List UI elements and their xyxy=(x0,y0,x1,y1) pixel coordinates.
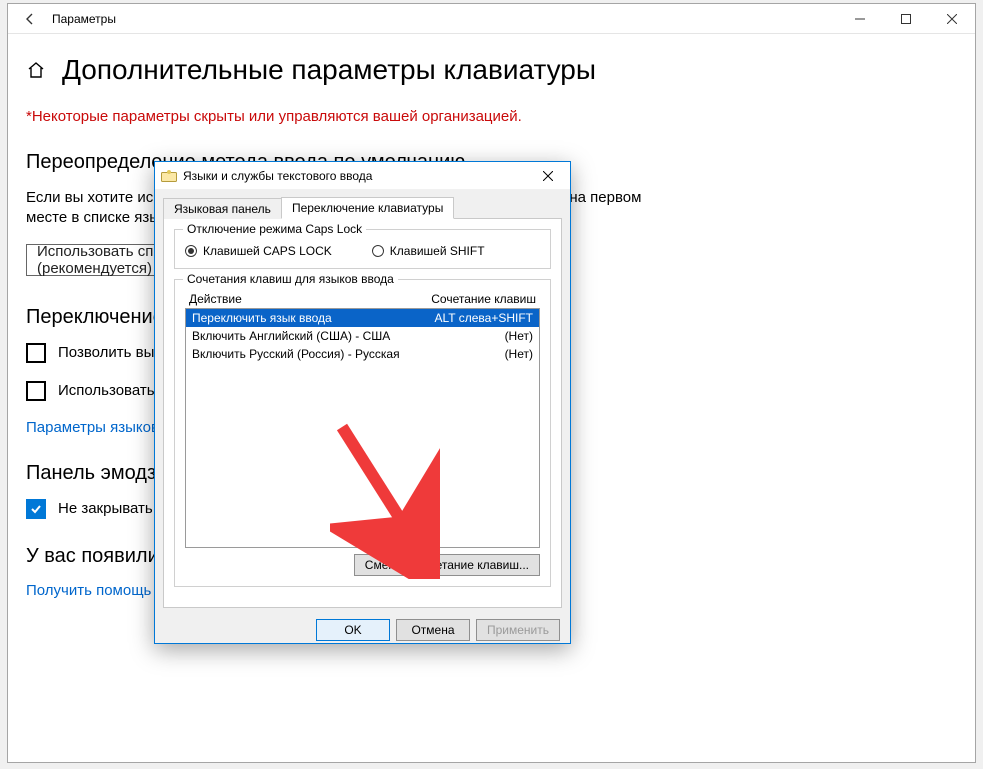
cancel-button[interactable]: Отмена xyxy=(396,619,470,641)
radio-capslock-label: Клавишей CAPS LOCK xyxy=(203,244,332,258)
col-action: Действие xyxy=(189,292,242,306)
row-hotkey: (Нет) xyxy=(505,329,533,343)
tab-keyboard-switch[interactable]: Переключение клавиатуры xyxy=(281,197,454,219)
radio-shift-label: Клавишей SHIFT xyxy=(390,244,485,258)
row-action: Переключить язык ввода xyxy=(192,311,332,325)
settings-titlebar: Параметры xyxy=(8,4,975,34)
hotkeys-group: Сочетания клавиш для языков ввода Действ… xyxy=(174,279,551,587)
col-hotkey: Сочетание клавиш xyxy=(431,292,536,306)
ok-button[interactable]: OK xyxy=(316,619,390,641)
row-hotkey: ALT слева+SHIFT xyxy=(435,311,534,325)
maximize-button[interactable] xyxy=(883,4,929,34)
checkbox-emoji-autoclose[interactable] xyxy=(26,499,46,519)
window-title: Параметры xyxy=(52,12,116,26)
checkbox-language-bar[interactable] xyxy=(26,381,46,401)
change-hotkey-button[interactable]: Сменить сочетание клавиш... xyxy=(354,554,540,576)
apply-button[interactable]: Применить xyxy=(476,619,560,641)
org-warning: *Некоторые параметры скрыты или управляю… xyxy=(26,108,957,125)
dialog-tabstrip: Языковая панель Переключение клавиатуры xyxy=(163,195,562,219)
radio-capslock[interactable]: Клавишей CAPS LOCK xyxy=(185,244,332,258)
hotkeys-listbox[interactable]: Переключить язык ввода ALT слева+SHIFT В… xyxy=(185,308,540,548)
keyboard-icon xyxy=(161,168,177,184)
home-icon[interactable] xyxy=(26,60,46,80)
row-action: Включить Русский (Россия) - Русская xyxy=(192,347,400,361)
hotkeys-legend: Сочетания клавиш для языков ввода xyxy=(183,272,398,286)
row-hotkey: (Нет) xyxy=(505,347,533,361)
list-row[interactable]: Включить Английский (США) - США (Нет) xyxy=(186,327,539,345)
list-row[interactable]: Переключить язык ввода ALT слева+SHIFT xyxy=(186,309,539,327)
dialog-titlebar: Языки и службы текстового ввода xyxy=(155,162,570,190)
text-services-dialog: Языки и службы текстового ввода Языковая… xyxy=(154,161,571,644)
checkbox-per-app[interactable] xyxy=(26,343,46,363)
capslock-group: Отключение режима Caps Lock Клавишей CAP… xyxy=(174,229,551,269)
tab-panel: Отключение режима Caps Lock Клавишей CAP… xyxy=(163,218,562,608)
tab-language-bar[interactable]: Языковая панель xyxy=(163,198,282,219)
back-button[interactable] xyxy=(8,4,52,34)
page-title: Дополнительные параметры клавиатуры xyxy=(62,54,596,86)
row-action: Включить Английский (США) - США xyxy=(192,329,390,343)
list-row[interactable]: Включить Русский (Россия) - Русская (Нет… xyxy=(186,345,539,363)
close-button[interactable] xyxy=(929,4,975,34)
dialog-title: Языки и службы текстового ввода xyxy=(183,169,372,183)
dialog-footer: OK Отмена Применить xyxy=(155,616,570,643)
capslock-legend: Отключение режима Caps Lock xyxy=(183,222,366,236)
dialog-close-button[interactable] xyxy=(526,162,570,190)
radio-shift[interactable]: Клавишей SHIFT xyxy=(372,244,485,258)
minimize-button[interactable] xyxy=(837,4,883,34)
